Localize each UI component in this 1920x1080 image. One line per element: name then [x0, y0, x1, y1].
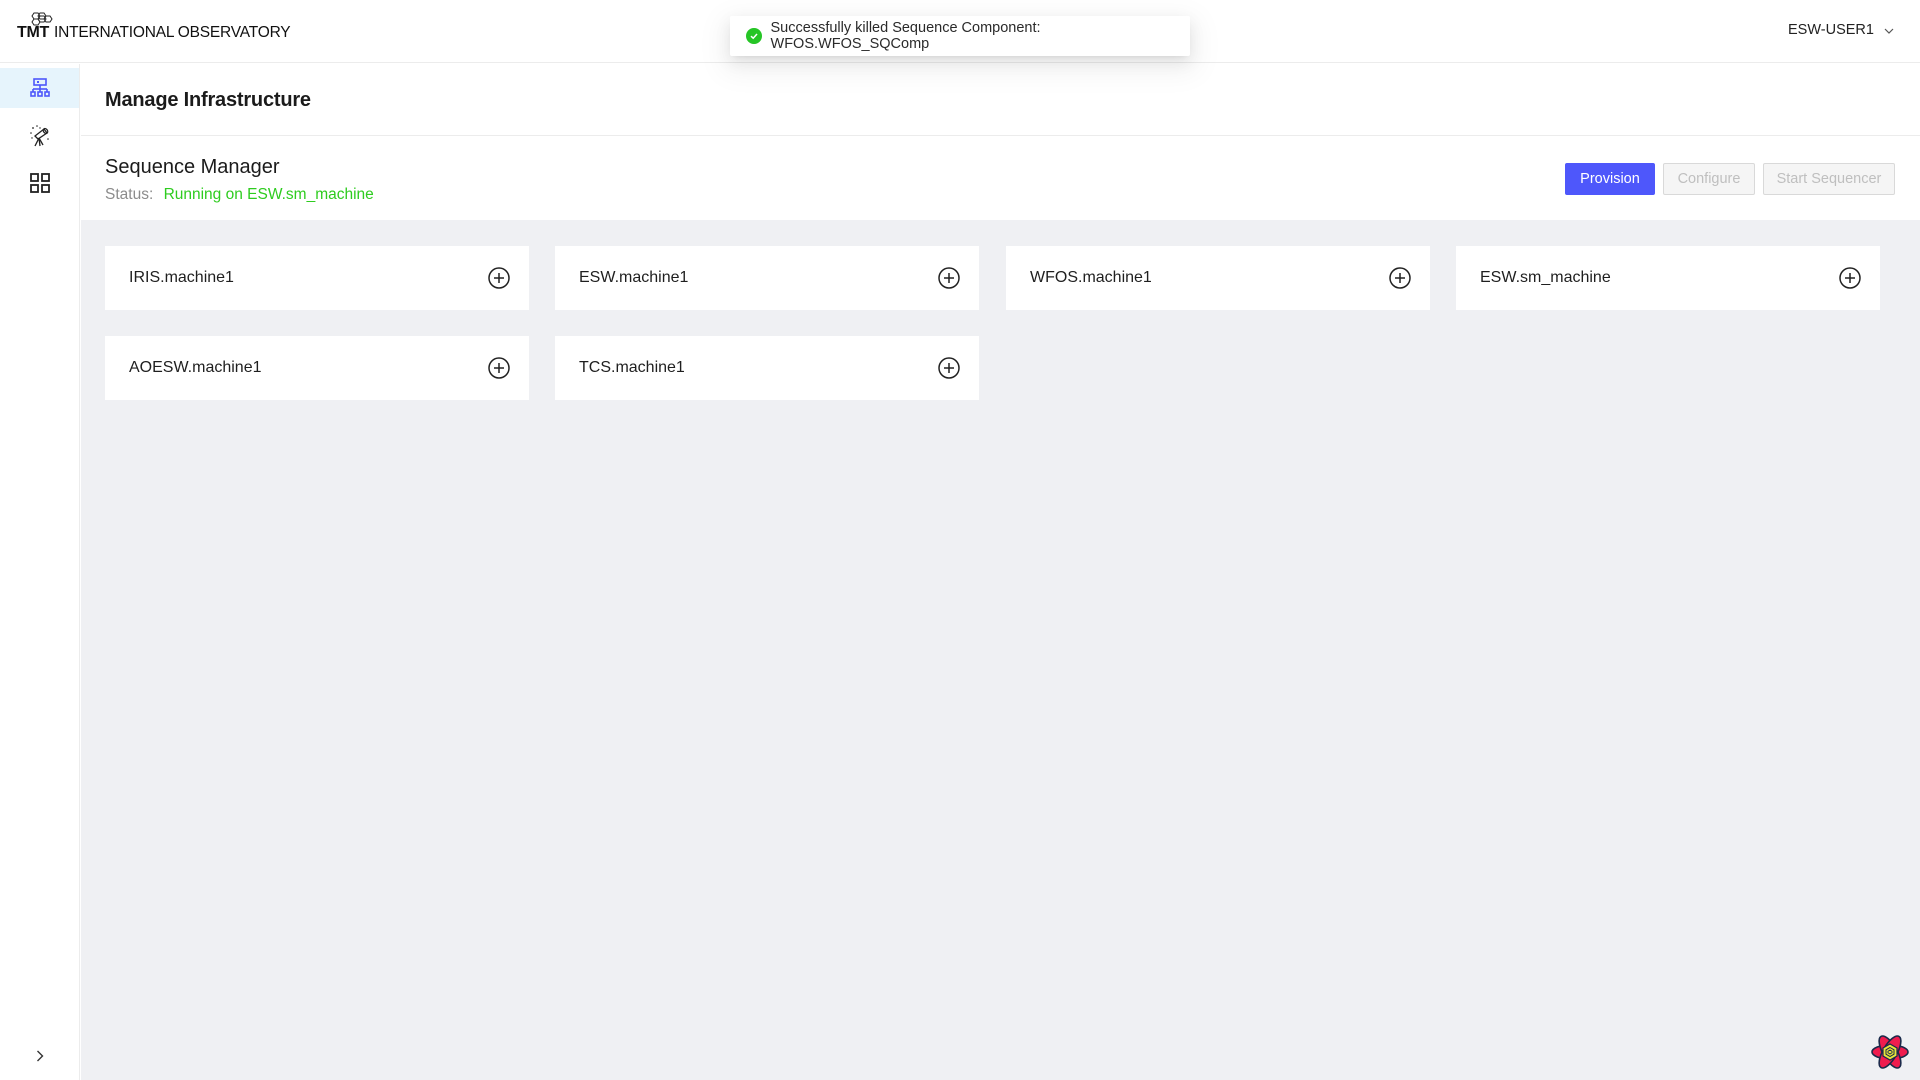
add-sequence-component-button[interactable] — [937, 266, 961, 290]
machine-name: AOESW.machine1 — [129, 359, 262, 376]
add-sequence-component-button[interactable] — [487, 356, 511, 380]
plus-circle-icon — [938, 267, 960, 289]
sequence-manager-panel: Sequence Manager Status: Running on ESW.… — [81, 137, 1920, 220]
page-title: Manage Infrastructure — [105, 89, 311, 111]
success-toast: Successfully killed Sequence Component: … — [730, 16, 1190, 56]
machine-card[interactable]: WFOS.machine1 — [1006, 246, 1430, 310]
machines-content: IRIS.machine1 ESW.machine1 WFOS.machine1… — [81, 220, 1920, 1080]
machine-card[interactable]: ESW.sm_machine — [1456, 246, 1880, 310]
machine-name: ESW.machine1 — [579, 269, 689, 286]
page-header: Manage Infrastructure — [81, 64, 1920, 136]
provision-button[interactable]: Provision — [1565, 163, 1655, 195]
start-sequencer-button[interactable]: Start Sequencer — [1763, 163, 1895, 195]
logo-mark: TMT — [17, 12, 53, 41]
add-sequence-component-button[interactable] — [1388, 266, 1412, 290]
machine-card[interactable]: TCS.machine1 — [555, 336, 979, 400]
plus-circle-icon — [1839, 267, 1861, 289]
plus-circle-icon — [488, 357, 510, 379]
username: ESW-USER1 — [1788, 22, 1874, 38]
sidebar — [0, 64, 80, 1080]
logo-mark-text: TMT — [17, 24, 49, 41]
add-sequence-component-button[interactable] — [937, 356, 961, 380]
chevron-right-icon — [37, 1050, 44, 1062]
machine-name: TCS.machine1 — [579, 359, 685, 376]
logo-text: INTERNATIONAL OBSERVATORY — [53, 24, 291, 41]
status-label: Status: — [105, 186, 154, 203]
plus-circle-icon — [1389, 267, 1411, 289]
sequence-manager-title: Sequence Manager — [105, 156, 280, 178]
mirror-segments-icon — [31, 12, 53, 26]
sidebar-collapse-toggle[interactable] — [30, 1046, 50, 1066]
machine-card[interactable]: AOESW.machine1 — [105, 336, 529, 400]
machine-name: ESW.sm_machine — [1480, 269, 1611, 286]
react-devtools-logo-icon — [1871, 1035, 1909, 1069]
plus-circle-icon — [938, 357, 960, 379]
plus-circle-icon — [488, 267, 510, 289]
check-circle-icon — [746, 28, 762, 44]
add-sequence-component-button[interactable] — [1838, 266, 1862, 290]
machine-name: WFOS.machine1 — [1030, 269, 1152, 286]
chevron-down-icon — [1884, 28, 1894, 34]
status-value: Running on ESW.sm_machine — [163, 186, 374, 203]
configure-button[interactable]: Configure — [1663, 163, 1755, 195]
sidebar-item-apps[interactable] — [0, 163, 79, 203]
grid-icon — [29, 173, 50, 193]
telescope-icon — [29, 125, 49, 147]
network-icon — [29, 78, 50, 97]
machine-name: IRIS.machine1 — [129, 269, 234, 286]
user-menu[interactable]: ESW-USER1 — [1788, 22, 1894, 38]
toast-message: Successfully killed Sequence Component: … — [770, 20, 1041, 52]
react-query-devtools-button[interactable] — [1870, 1032, 1910, 1072]
sidebar-item-infrastructure[interactable] — [0, 68, 79, 108]
sidebar-item-observations[interactable] — [0, 116, 79, 156]
add-sequence-component-button[interactable] — [487, 266, 511, 290]
machine-card[interactable]: IRIS.machine1 — [105, 246, 529, 310]
machine-card[interactable]: ESW.machine1 — [555, 246, 979, 310]
sequence-manager-status: Status: Running on ESW.sm_machine — [105, 186, 374, 204]
tmt-logo[interactable]: TMT INTERNATIONAL OBSERVATORY — [17, 12, 291, 41]
